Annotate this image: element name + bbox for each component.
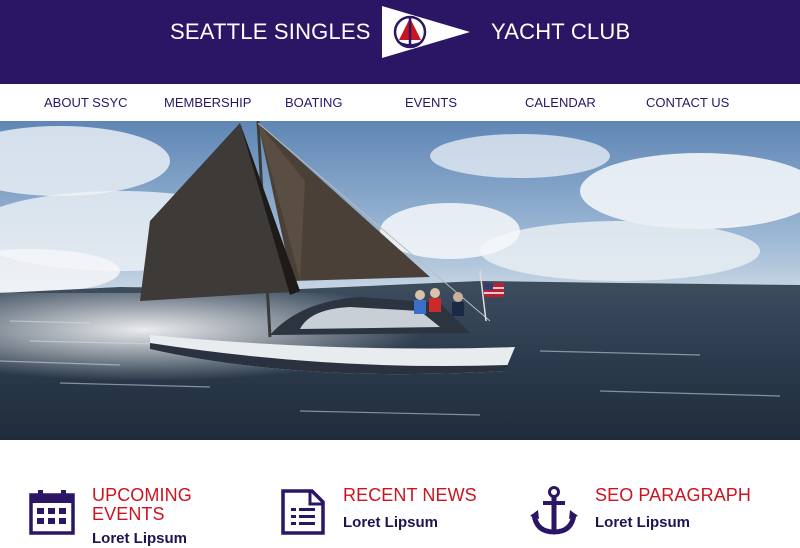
feature-upcoming-events-heading[interactable]: UPCOMING EVENTS [92,486,192,524]
feature-seo-paragraph-heading[interactable]: SEO PARAGRAPH [595,486,751,505]
document-icon[interactable] [280,488,326,536]
nav-contact-us[interactable]: CONTACT US [646,95,729,111]
hero-sailboat-image [0,121,800,440]
nav-about-ssyc[interactable]: ABOUT SSYC [44,95,128,111]
feature-seo-paragraph-subtext: Loret Lipsum [595,514,691,531]
site-title-right[interactable]: YACHT CLUB [491,18,630,46]
main-nav: ABOUT SSYC MEMBERSHIP BOATING EVENTS CAL… [0,84,800,121]
feature-upcoming-events-subtext: Loret Lipsum [92,530,188,547]
burgee-logo[interactable] [380,4,472,60]
features-section: UPCOMING EVENTS Loret Lipsum RECENT NEWS… [0,440,800,547]
calendar-icon[interactable] [28,488,76,536]
site-header: SEATTLE SINGLES YACHT CLUB [0,0,800,84]
anchor-icon[interactable] [530,486,578,536]
feature-heading-line1: UPCOMING [92,485,192,505]
hero-sailboat-illustration [0,121,800,440]
feature-recent-news-subtext: Loret Lipsum [343,514,439,531]
feature-recent-news-heading[interactable]: RECENT NEWS [343,486,477,505]
nav-membership[interactable]: MEMBERSHIP [164,95,251,111]
nav-events[interactable]: EVENTS [405,95,457,111]
nav-calendar[interactable]: CALENDAR [525,95,596,111]
nav-boating[interactable]: BOATING [285,95,343,111]
site-title-left[interactable]: SEATTLE SINGLES [170,18,371,46]
feature-heading-line2: EVENTS [92,504,165,524]
